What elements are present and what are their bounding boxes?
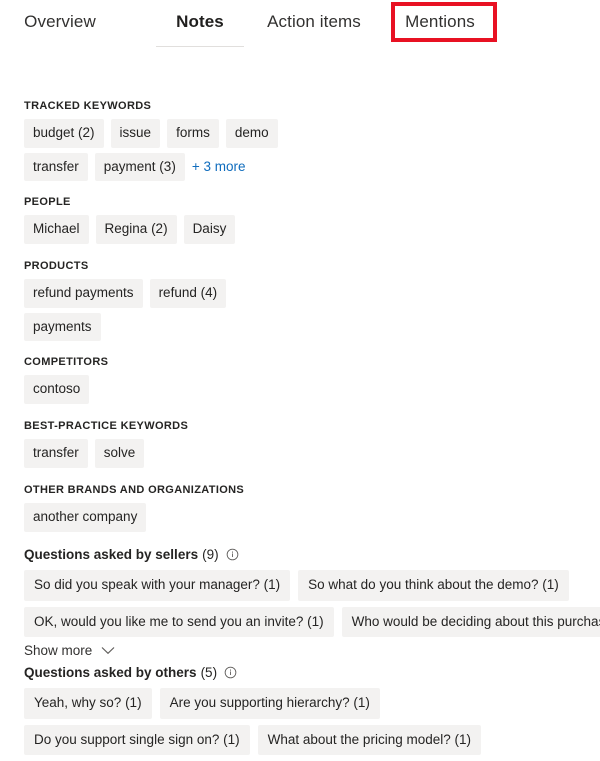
pill-row: transfer solve [24, 439, 188, 468]
question-pill[interactable]: Who would be deciding about this purchas… [341, 606, 600, 637]
tab-action-items[interactable]: Action items [252, 0, 376, 44]
keyword-pill[interactable]: transfer [24, 152, 88, 181]
question-pill[interactable]: OK, would you like me to send you an inv… [24, 606, 334, 637]
section-competitors: COMPETITORS contoso [24, 356, 108, 409]
question-pill-row: So did you speak with your manager? (1) S… [24, 570, 600, 601]
pill-row: contoso [24, 375, 108, 404]
question-pill[interactable]: Yeah, why so? (1) [24, 688, 152, 719]
active-tab-underline [156, 46, 244, 47]
section-title: TRACKED KEYWORDS [24, 100, 152, 112]
section-tracked-keywords: TRACKED KEYWORDS budget (2) issue forms demo… [24, 100, 285, 186]
tab-mentions[interactable]: Mentions [395, 0, 485, 44]
keyword-pill[interactable]: contoso [24, 375, 90, 404]
question-pill[interactable]: Are you supporting hierarchy? (1) [159, 688, 380, 719]
pill-row: budget (2) issue forms demo [24, 119, 285, 148]
keyword-pill[interactable]: demo [225, 119, 278, 148]
keyword-pill[interactable]: Regina (2) [95, 215, 177, 244]
questions-count: (5) [200, 665, 218, 680]
questions-header: Questions asked by sellers (9) [24, 547, 600, 562]
keyword-pill[interactable]: payments [24, 312, 101, 341]
section-people: PEOPLE Michael Regina (2) Daisy [24, 196, 242, 249]
keyword-pill[interactable]: another company [24, 503, 147, 532]
show-more-keywords-link[interactable]: + 3 more [192, 157, 246, 176]
question-pill-row: Do you support single sign on? (1) What a… [24, 724, 489, 755]
question-pill[interactable]: What about the pricing model? (1) [257, 724, 481, 755]
questions-block-sellers: Questions asked by sellers (9) So did you … [24, 547, 600, 658]
tab-notes[interactable]: Notes [156, 0, 244, 44]
pill-row: payments [24, 312, 233, 341]
question-pill-row: OK, would you like me to send you an inv… [24, 606, 600, 637]
questions-label: Questions asked by sellers [24, 547, 199, 562]
section-products: PRODUCTS refund payments refund (4) payment… [24, 260, 233, 346]
questions-header: Questions asked by others (5) [24, 665, 489, 680]
questions-block-others: Questions asked by others (5) Yeah, why so… [24, 665, 489, 761]
section-other-brands-and-organizations: OTHER BRANDS AND ORGANIZATIONS another co… [24, 484, 244, 537]
pill-row: transfer payment (3) + 3 more [24, 152, 285, 181]
section-best-practice-keywords: BEST-PRACTICE KEYWORDS transfer solve [24, 420, 188, 473]
keyword-pill[interactable]: payment (3) [94, 152, 185, 181]
keyword-pill[interactable]: Michael [24, 215, 89, 244]
info-circle-icon[interactable] [224, 666, 237, 679]
pill-row: another company [24, 503, 244, 532]
question-pill[interactable]: So did you speak with your manager? (1) [24, 570, 291, 601]
show-more-button[interactable]: Show more [24, 643, 115, 658]
keyword-pill[interactable]: solve [94, 439, 145, 468]
info-circle-icon[interactable] [226, 548, 239, 561]
pill-row: Michael Regina (2) Daisy [24, 215, 242, 244]
keyword-pill[interactable]: forms [167, 119, 219, 148]
question-pill[interactable]: Do you support single sign on? (1) [24, 724, 250, 755]
keyword-pill[interactable]: refund payments [24, 279, 143, 308]
question-pill[interactable]: So what do you think about the demo? (1) [298, 570, 569, 601]
tab-strip: Mentions Action items Notes Overview [0, 0, 600, 47]
section-title: COMPETITORS [24, 356, 109, 368]
keyword-pill[interactable]: budget (2) [24, 119, 104, 148]
keyword-pill[interactable]: Daisy [183, 215, 236, 244]
chevron-down-icon [101, 646, 115, 655]
pill-row: refund payments refund (4) [24, 279, 233, 308]
section-title: PEOPLE [24, 196, 71, 208]
keyword-pill[interactable]: transfer [24, 439, 88, 468]
keyword-pill[interactable]: issue [110, 119, 161, 148]
section-title: BEST-PRACTICE KEYWORDS [24, 420, 189, 432]
tab-overview[interactable]: Overview [14, 0, 106, 44]
section-title: PRODUCTS [24, 260, 89, 272]
keyword-pill[interactable]: refund (4) [149, 279, 227, 308]
question-pill-row: Yeah, why so? (1) Are you supporting hier… [24, 688, 489, 719]
questions-label: Questions asked by others [24, 665, 197, 680]
section-title: OTHER BRANDS AND ORGANIZATIONS [24, 484, 245, 496]
questions-count: (9) [202, 547, 219, 562]
show-more-label: Show more [24, 643, 93, 658]
